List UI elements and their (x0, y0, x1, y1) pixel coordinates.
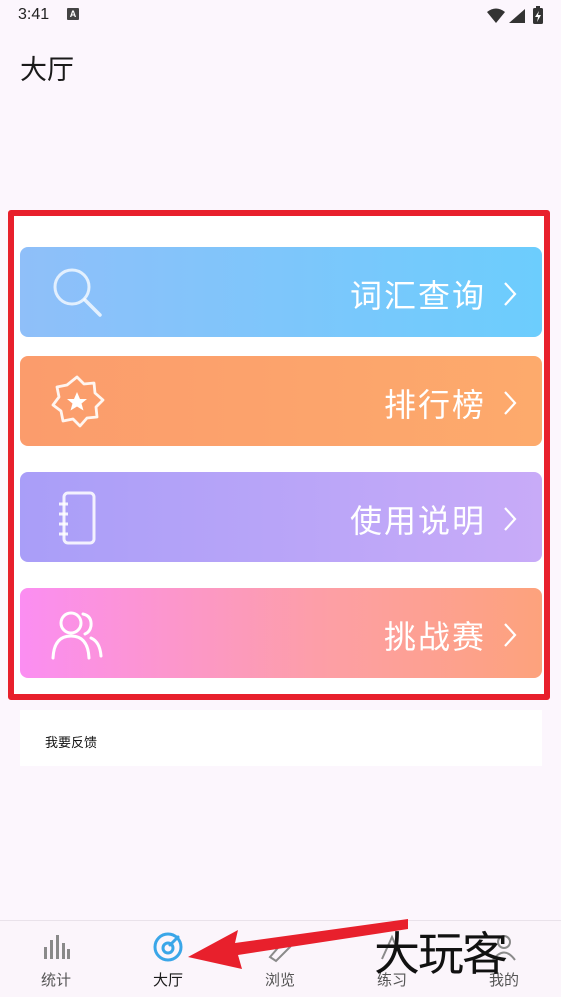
wifi-icon (487, 8, 505, 23)
nav-label-statistics: 统计 (40, 971, 71, 989)
chevron-right-icon (504, 391, 517, 415)
star-badge-icon (51, 375, 105, 428)
page-title: 大厅 (20, 55, 74, 86)
chevron-right-icon (504, 623, 517, 647)
feedback-label: 我要反馈 (45, 736, 98, 751)
status-icons (487, 6, 543, 24)
notebook-icon (59, 491, 96, 545)
chevron-right-icon (504, 507, 517, 531)
status-time: 3:41 (18, 6, 50, 23)
challenge-card[interactable]: 挑战赛 (20, 588, 542, 678)
vocabulary-lookup-card[interactable]: 词汇查询 (20, 247, 542, 337)
bar-chart-icon (44, 935, 70, 959)
watermark: 大玩客 (374, 927, 508, 981)
status-bar: 3:41 A (0, 0, 561, 32)
signal-icon (509, 9, 525, 23)
leaderboard-card[interactable]: 排行榜 (20, 356, 542, 446)
leaderboard-label: 排行榜 (383, 386, 486, 424)
feedback-row[interactable]: 我要反馈 (20, 710, 542, 766)
notification-badge: A (67, 8, 79, 20)
battery-charging-icon (533, 6, 543, 24)
chevron-right-icon (504, 282, 517, 306)
vocabulary-lookup-label: 词汇查询 (349, 277, 486, 315)
search-icon (53, 268, 102, 317)
challenge-label: 挑战赛 (383, 618, 486, 656)
nav-item-statistics[interactable]: 统计 (0, 921, 112, 997)
user-guide-label: 使用说明 (349, 502, 486, 540)
users-icon (51, 611, 103, 660)
user-guide-card[interactable]: 使用说明 (20, 472, 542, 562)
